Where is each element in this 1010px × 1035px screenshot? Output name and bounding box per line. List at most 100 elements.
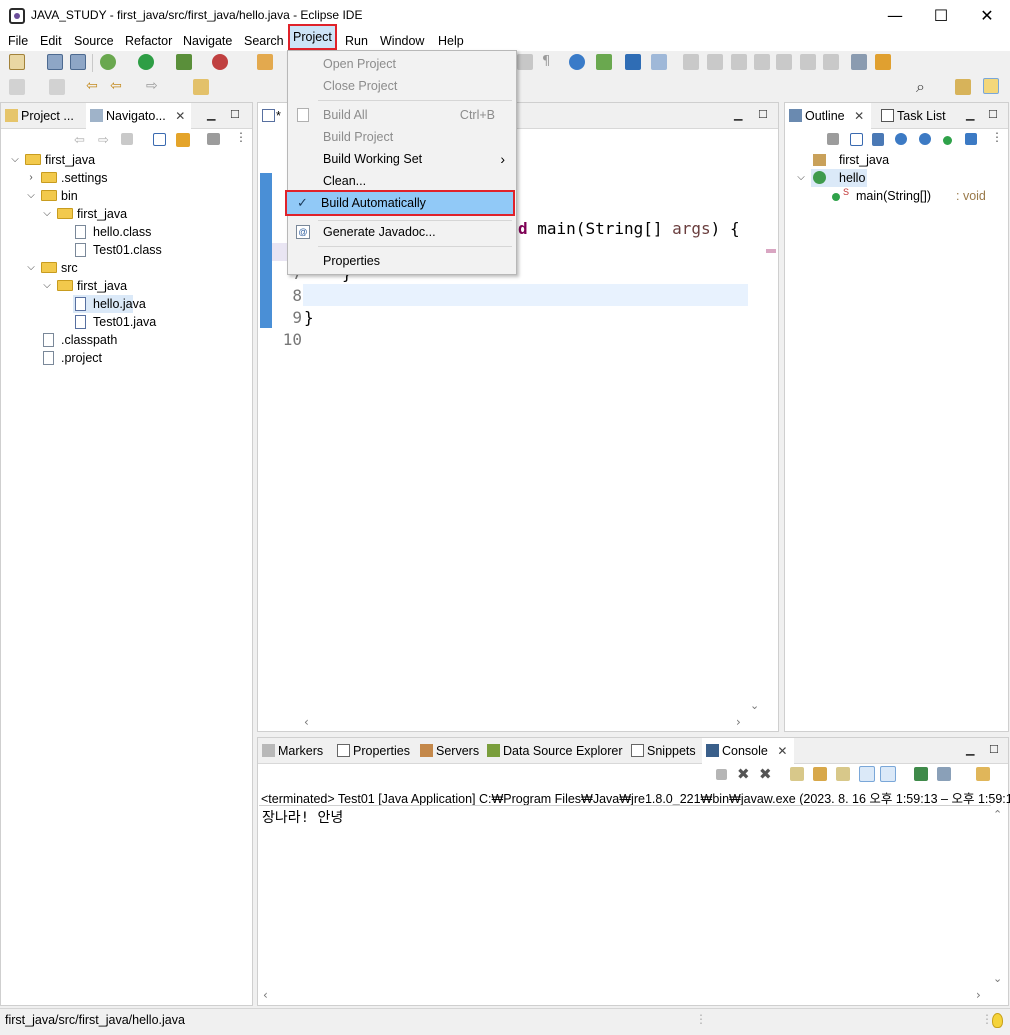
code-line-5[interactable]: d main(String[] args) {	[518, 218, 740, 240]
step-return-icon[interactable]	[823, 54, 839, 70]
menu-item-close-project[interactable]: Close Project	[289, 75, 515, 97]
pin-console-icon[interactable]	[914, 767, 928, 781]
menu-item-build-project[interactable]: Build Project	[289, 126, 515, 148]
tab-project-explorer[interactable]: Project ...	[1, 103, 85, 129]
search-icon[interactable]: ⌕	[916, 77, 925, 97]
tab-properties[interactable]: Properties	[333, 738, 413, 764]
tab-data-source-explorer[interactable]: Data Source Explorer	[483, 738, 627, 764]
minimize-view-icon[interactable]: ▁	[966, 743, 974, 756]
debug-icon[interactable]	[100, 54, 116, 70]
tab-console[interactable]: Console ✕	[702, 738, 794, 764]
minimize-view-icon[interactable]: ▁	[966, 108, 974, 121]
menu-item-build-working-set[interactable]: Build Working Set ›	[289, 148, 515, 170]
scroll-right-icon[interactable]: ›	[976, 988, 981, 1002]
hide-static-icon[interactable]	[919, 133, 931, 145]
disconnect-icon[interactable]	[754, 54, 770, 70]
menu-project[interactable]: Project	[288, 24, 337, 50]
maximize-button[interactable]: ☐	[918, 0, 964, 31]
show-stderr-icon[interactable]	[880, 766, 896, 782]
terminate-icon[interactable]	[716, 769, 727, 780]
maximize-view-icon[interactable]: ☐	[988, 108, 998, 121]
remove-launch-icon[interactable]: ✖	[737, 765, 750, 783]
step-over-icon[interactable]	[800, 54, 816, 70]
menu-navigate[interactable]: Navigate	[181, 33, 234, 51]
menu-file[interactable]: File	[6, 33, 30, 51]
tab-navigator[interactable]: Navigato... ✕	[86, 103, 191, 129]
next-annotation-icon[interactable]	[9, 79, 25, 95]
tab-snippets[interactable]: Snippets	[627, 738, 697, 764]
close-icon[interactable]: ✕	[175, 109, 185, 123]
maximize-view-icon[interactable]: ☐	[758, 108, 768, 121]
remove-all-icon[interactable]: ✖	[759, 765, 772, 783]
new-icon[interactable]	[9, 54, 25, 70]
external-tools-icon[interactable]	[212, 54, 228, 70]
minimize-view-icon[interactable]: ▁	[207, 108, 215, 121]
sort-icon[interactable]	[872, 133, 884, 146]
open-perspective-icon[interactable]	[955, 79, 971, 95]
collapse-all-icon[interactable]	[850, 133, 863, 146]
open-console-icon[interactable]	[976, 767, 990, 781]
link-editor-icon[interactable]	[176, 133, 190, 147]
new-java-project-icon[interactable]	[257, 54, 273, 70]
lightbulb-icon[interactable]	[992, 1013, 1003, 1028]
globe-icon[interactable]	[569, 54, 585, 70]
menu-item-build-all[interactable]: Build All Ctrl+B	[289, 104, 515, 126]
maximize-view-icon[interactable]: ☐	[230, 108, 240, 121]
scroll-left-icon[interactable]: ‹	[263, 988, 268, 1002]
code-line-9[interactable]: }	[304, 307, 314, 329]
forward-icon[interactable]: ⇨	[98, 133, 109, 148]
close-icon[interactable]: ✕	[854, 109, 864, 123]
menu-item-properties[interactable]: Properties	[289, 250, 515, 272]
save-icon[interactable]	[47, 54, 63, 70]
open-task-icon[interactable]	[193, 79, 209, 95]
tab-outline[interactable]: Outline ✕	[785, 103, 871, 129]
menu-refactor[interactable]: Refactor	[123, 33, 174, 51]
tab-markers[interactable]: Markers	[258, 738, 330, 764]
save-all-icon[interactable]	[70, 54, 86, 70]
clear-console-icon[interactable]	[790, 767, 804, 781]
menu-help[interactable]: Help	[436, 33, 466, 51]
hide-fields-icon[interactable]	[895, 133, 907, 145]
pin-icon[interactable]	[651, 54, 667, 70]
console-output[interactable]: 장나라! 안녕	[262, 807, 343, 827]
step-into-icon[interactable]	[776, 54, 792, 70]
block-selection-icon[interactable]	[517, 54, 533, 70]
scroll-down-icon[interactable]: ⌄	[750, 699, 759, 712]
suspend-icon[interactable]	[707, 54, 723, 70]
terminate-icon[interactable]	[731, 54, 747, 70]
menu-edit[interactable]: Edit	[38, 33, 64, 51]
lines-icon[interactable]	[851, 54, 867, 70]
display-console-icon[interactable]	[937, 767, 951, 781]
menu-run[interactable]: Run	[343, 33, 370, 51]
menu-source[interactable]: Source	[72, 33, 116, 51]
menu-item-generate-javadoc[interactable]: @ Generate Javadoc...	[289, 221, 515, 243]
chevron-down-icon[interactable]: ⌵	[41, 277, 53, 295]
maximize-view-icon[interactable]: ☐	[989, 743, 999, 756]
hide-local-types-icon[interactable]	[965, 133, 977, 145]
chevron-right-icon[interactable]: ›	[25, 169, 37, 187]
show-whitespace-icon[interactable]: ¶	[542, 54, 550, 69]
hide-nonpublic-icon[interactable]	[943, 136, 952, 145]
chevron-down-icon[interactable]: ⌵	[41, 205, 53, 223]
close-icon[interactable]: ✕	[777, 744, 787, 758]
minimize-button[interactable]: —	[872, 0, 918, 31]
focus-icon[interactable]	[827, 133, 839, 145]
java-perspective-button-icon[interactable]	[983, 78, 999, 94]
run-icon[interactable]	[138, 54, 154, 70]
forward-arrow-icon[interactable]: ⇨	[146, 78, 158, 94]
up-icon[interactable]	[121, 133, 133, 145]
filters-icon[interactable]	[207, 133, 220, 145]
tree-item-hello-java[interactable]: hello.java	[73, 295, 146, 313]
resume-icon[interactable]	[683, 54, 699, 70]
close-button[interactable]: ✕	[964, 0, 1010, 31]
tab-task-list[interactable]: Task List	[877, 103, 962, 129]
java-perspective-icon[interactable]	[596, 54, 612, 70]
menu-window[interactable]: Window	[378, 33, 426, 51]
scroll-left-icon[interactable]: ‹	[304, 715, 309, 729]
tab-hello-java[interactable]: *	[258, 103, 288, 129]
menu-item-build-automatically[interactable]: ✓ Build Automatically	[285, 190, 515, 216]
run-coverage-icon[interactable]	[176, 54, 192, 70]
view-menu-icon[interactable]: ⋮	[235, 130, 247, 144]
scroll-up-icon[interactable]: ⌃	[993, 808, 1002, 821]
menu-search[interactable]: Search	[242, 33, 286, 51]
